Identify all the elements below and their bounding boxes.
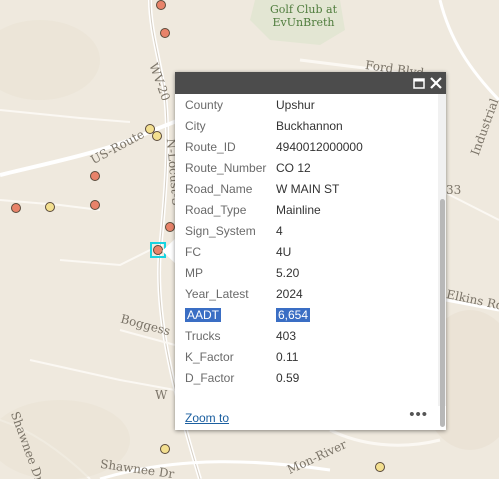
traffic-count-point[interactable]: [160, 28, 170, 38]
traffic-count-point[interactable]: [156, 0, 166, 10]
attr-key: Trucks: [185, 328, 221, 343]
map-view[interactable]: Golf Club at EvUnBreth US-Route WV-20 N-…: [0, 0, 499, 479]
attr-value: 0.11: [276, 349, 299, 364]
traffic-count-point[interactable]: [90, 200, 100, 210]
attr-key: Sign_System: [185, 223, 256, 238]
table-row: Road_Name W MAIN ST: [185, 178, 363, 199]
attr-key: FC: [185, 244, 201, 259]
attr-key: Route_ID: [185, 139, 236, 154]
attr-value: W MAIN ST: [276, 181, 340, 196]
table-row: Year_Latest 2024: [185, 283, 363, 304]
attr-value: 4940012000000: [276, 139, 363, 154]
attr-key: MP: [185, 265, 203, 280]
traffic-count-point[interactable]: [160, 444, 170, 454]
table-row: FC 4U: [185, 241, 363, 262]
attr-value: 4U: [276, 244, 292, 259]
traffic-count-point[interactable]: [165, 222, 175, 232]
attr-value: Buckhannon: [276, 118, 343, 133]
attr-key: Road_Type: [185, 202, 247, 217]
attr-value: Upshur: [276, 97, 315, 112]
attr-key: D_Factor: [185, 370, 235, 385]
table-row: Road_Type Mainline: [185, 199, 363, 220]
attr-key: County: [185, 97, 224, 112]
attr-value: 0.59: [276, 370, 300, 385]
close-icon[interactable]: [428, 75, 444, 91]
attr-value: 4: [276, 223, 283, 238]
traffic-count-point[interactable]: [375, 462, 385, 472]
feature-popup: County Upshur City Buckhannon Route_ID 4…: [175, 72, 446, 430]
map-label-33: 33: [446, 183, 462, 197]
traffic-count-point[interactable]: [152, 131, 162, 141]
popup-scrollbar[interactable]: [438, 94, 446, 427]
table-row-selected: AADT 6,654: [185, 304, 363, 325]
table-row: County Upshur: [185, 94, 363, 115]
golf-label-line1: Golf Club at: [270, 3, 338, 16]
table-row: Route_Number CO 12: [185, 157, 363, 178]
maximize-icon[interactable]: [411, 75, 427, 91]
attr-value: CO 12: [276, 160, 311, 175]
attr-key: Year_Latest: [185, 286, 249, 301]
attribute-table: County Upshur City Buckhannon Route_ID 4…: [185, 94, 363, 388]
table-row: Route_ID 4940012000000: [185, 136, 363, 157]
scrollbar-thumb[interactable]: [440, 199, 445, 427]
selected-text: 6,654: [276, 307, 311, 322]
table-row: City Buckhannon: [185, 115, 363, 136]
more-actions-button[interactable]: •••: [409, 406, 428, 423]
popup-body[interactable]: County Upshur City Buckhannon Route_ID 4…: [175, 94, 446, 406]
popup-footer: Zoom to •••: [175, 406, 446, 430]
attr-value: 2024: [276, 286, 303, 301]
zoom-to-link[interactable]: Zoom to: [185, 411, 229, 425]
attr-value: 6,654: [276, 304, 363, 325]
map-label-w: W: [155, 388, 168, 402]
attr-key: Route_Number: [185, 160, 267, 175]
attr-value: Mainline: [276, 202, 321, 217]
table-row: K_Factor 0.11: [185, 346, 363, 367]
attr-key: Road_Name: [185, 181, 253, 196]
attr-value: 403: [276, 328, 297, 343]
attr-key: AADT: [185, 304, 276, 325]
table-row: D_Factor 0.59: [185, 367, 363, 388]
popup-pointer: [162, 238, 176, 264]
golf-label-line2: EvUnBreth: [272, 16, 335, 29]
attr-key: City: [185, 118, 206, 133]
attr-value: 5.20: [276, 265, 300, 280]
popup-header: [175, 72, 446, 94]
attr-key: K_Factor: [185, 349, 234, 364]
table-row: MP 5.20: [185, 262, 363, 283]
map-label-golf: Golf Club at EvUnBreth: [270, 3, 337, 29]
table-row: Sign_System 4: [185, 220, 363, 241]
traffic-count-point[interactable]: [45, 202, 55, 212]
table-row: Trucks 403: [185, 325, 363, 346]
traffic-count-point[interactable]: [11, 203, 21, 213]
selected-text: AADT: [185, 307, 222, 322]
traffic-count-point[interactable]: [90, 171, 100, 181]
